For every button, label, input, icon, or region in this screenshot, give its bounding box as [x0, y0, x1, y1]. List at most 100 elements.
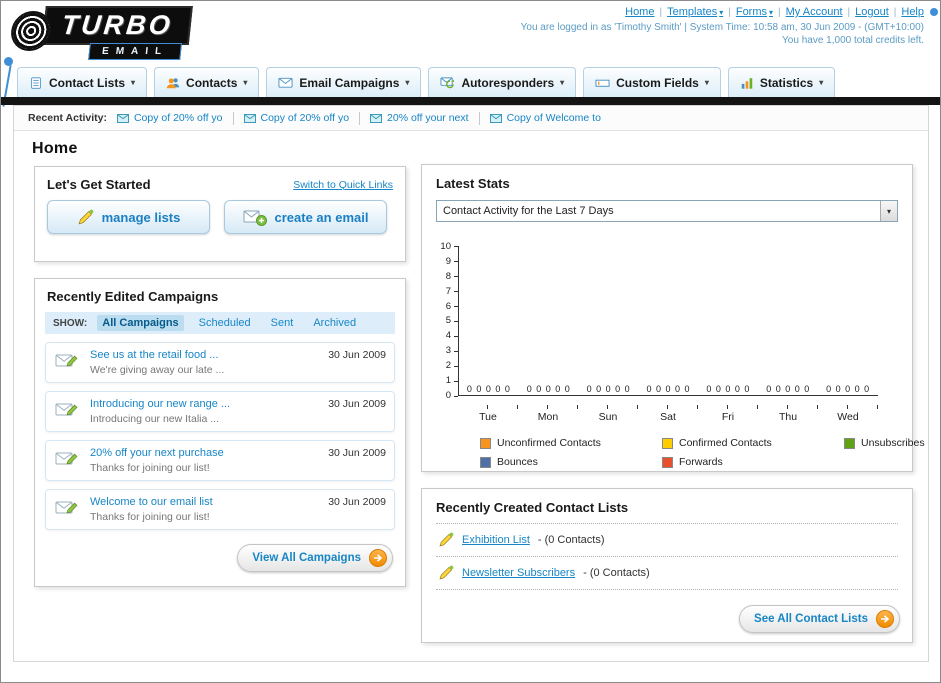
tab-statistics[interactable]: Statistics	[727, 67, 836, 97]
campaign-subtitle: Thanks for joining our list!	[90, 511, 210, 523]
tab-contacts[interactable]: Contacts	[154, 67, 260, 97]
tab-label: Contact Lists	[49, 75, 126, 90]
manage-lists-button[interactable]: manage lists	[47, 200, 210, 234]
recent-activity-item[interactable]: 20% off your next	[370, 112, 469, 124]
stats-period-select[interactable]: Contact Activity for the Last 7 Days	[436, 200, 898, 222]
recent-activity-bar: Recent Activity: Copy of 20% off yo Copy…	[14, 106, 928, 131]
value-labels: 0 0 0 0 0	[466, 384, 511, 394]
recent-activity-item[interactable]: Copy of 20% off yo	[116, 112, 223, 124]
create-email-button[interactable]: create an email	[224, 200, 387, 234]
contact-list-item[interactable]: Exhibition List - (0 Contacts)	[436, 524, 898, 557]
tab-custom-fields[interactable]: Custom Fields	[583, 67, 721, 97]
nav-link-label: Templates	[667, 6, 718, 18]
campaign-row[interactable]: Introducing our new range ... Introducin…	[45, 391, 395, 432]
arrow-right-icon	[369, 549, 387, 567]
chart-day-group: 0 0 0 0 0	[818, 384, 878, 395]
nav-link-my-account[interactable]: My Account	[786, 6, 843, 18]
divider	[478, 111, 480, 125]
legend-swatch-yellow	[662, 437, 673, 449]
divider	[728, 6, 731, 18]
campaign-date: 30 Jun 2009	[328, 398, 386, 410]
nav-link-logout[interactable]: Logout	[855, 6, 889, 18]
y-tick-label: 8	[445, 270, 451, 282]
main-navigation: Contact Lists Contacts Email Campaigns A…	[17, 67, 836, 97]
contact-list-link[interactable]: Newsletter Subscribers	[462, 567, 575, 579]
filter-sent[interactable]: Sent	[266, 315, 299, 331]
chevron-down-icon	[819, 78, 823, 87]
get-started-panel: Let's Get Started Switch to Quick Links …	[34, 166, 406, 262]
campaign-row[interactable]: Welcome to our email list Thanks for joi…	[45, 489, 395, 530]
chevron-down-icon	[705, 78, 709, 87]
campaign-subtitle: Thanks for joining our list!	[90, 462, 210, 474]
tab-label: Custom Fields	[616, 75, 699, 90]
nav-link-home[interactable]: Home	[625, 6, 654, 18]
login-info: You are logged in as 'Timothy Smith' | S…	[520, 22, 924, 33]
filter-scheduled[interactable]: Scheduled	[194, 315, 256, 331]
recent-activity-item[interactable]: Copy of 20% off yo	[243, 112, 349, 124]
value-labels: 0 0 0 0 0	[586, 384, 631, 394]
campaign-subtitle: Introducing our new Italia ...	[90, 413, 219, 425]
nav-link-templates[interactable]: Templates	[667, 6, 723, 18]
custom-fields-icon	[595, 76, 610, 90]
campaign-title: Introducing our new range ...	[90, 398, 231, 410]
pencil-icon	[439, 532, 454, 547]
turbo-email-app: TURBO EMAIL Home Templates Forms My Acco…	[0, 0, 941, 683]
contact-lists-icon	[29, 76, 43, 90]
header-right: Home Templates Forms My Account Logout H…	[521, 6, 924, 46]
campaign-title: 20% off your next purchase	[90, 447, 224, 459]
arrow-right-icon	[876, 610, 894, 628]
divider	[359, 111, 361, 125]
chevron-down-icon	[719, 8, 723, 17]
contact-list-link[interactable]: Exhibition List	[462, 534, 530, 546]
nav-link-label: Forms	[735, 6, 768, 18]
pencil-icon	[78, 209, 93, 224]
corner-dot-decoration	[930, 8, 938, 16]
campaign-filter-bar: SHOW: All Campaigns Scheduled Sent Archi…	[45, 312, 395, 334]
credits-info: You have 1,000 total credits left.	[782, 35, 924, 46]
envelope-plus-icon	[243, 210, 267, 226]
nav-link-forms[interactable]: Forms	[736, 6, 773, 18]
y-tick-label: 3	[445, 345, 451, 357]
x-tick-label: Mon	[537, 411, 559, 423]
get-started-title: Let's Get Started	[47, 177, 151, 192]
legend-label: Forwards	[679, 456, 723, 468]
value-labels: 0 0 0 0 0	[526, 384, 571, 394]
contact-list-item[interactable]: Newsletter Subscribers - (0 Contacts)	[436, 557, 898, 590]
recent-activity-item[interactable]: Copy of Welcome to	[489, 112, 601, 124]
tab-label: Autoresponders	[461, 75, 555, 90]
value-labels: 0 0 0 0 0	[706, 384, 751, 394]
legend-swatch-blue	[480, 456, 491, 468]
contact-list-count: - (0 Contacts)	[583, 567, 650, 579]
recent-activity-label: Recent Activity:	[28, 112, 107, 124]
see-all-contact-lists-label: See All Contact Lists	[754, 613, 868, 625]
campaign-row[interactable]: 20% off your next purchase Thanks for jo…	[45, 440, 395, 481]
x-tick-label: Fri	[721, 411, 735, 423]
filter-all-campaigns[interactable]: All Campaigns	[97, 315, 184, 331]
x-axis-ticks	[458, 405, 878, 409]
value-labels: 0 0 0 0 0	[646, 384, 691, 394]
tab-email-campaigns[interactable]: Email Campaigns	[266, 67, 422, 97]
nav-underline-bar	[1, 97, 940, 105]
nav-link-help[interactable]: Help	[901, 6, 924, 18]
chevron-down-icon	[560, 78, 564, 87]
turbo-email-logo[interactable]: TURBO EMAIL	[8, 6, 193, 60]
main-content: Recent Activity: Copy of 20% off yo Copy…	[13, 105, 929, 662]
legend-swatch-red	[662, 456, 673, 468]
contact-lists-title: Recently Created Contact Lists	[436, 500, 629, 515]
campaign-row[interactable]: See us at the retail food ... We're givi…	[45, 342, 395, 383]
header: TURBO EMAIL Home Templates Forms My Acco…	[1, 1, 940, 107]
see-all-contact-lists-button[interactable]: See All Contact Lists	[739, 605, 900, 633]
switch-quick-links-link[interactable]: Switch to Quick Links	[293, 179, 393, 191]
view-all-campaigns-button[interactable]: View All Campaigns	[237, 544, 393, 572]
chart-day-group: 0 0 0 0 0	[459, 384, 519, 395]
tab-autoresponders[interactable]: Autoresponders	[428, 67, 577, 97]
divider	[778, 6, 781, 18]
chart-legend: Unconfirmed Contacts Confirmed Contacts …	[480, 437, 925, 468]
autoresponders-icon	[440, 76, 455, 90]
divider	[232, 111, 234, 125]
contact-list-count: - (0 Contacts)	[537, 534, 605, 546]
chevron-down-icon	[880, 201, 897, 221]
pencil-icon	[439, 565, 454, 580]
filter-archived[interactable]: Archived	[308, 315, 361, 331]
tab-contact-lists[interactable]: Contact Lists	[17, 67, 148, 97]
